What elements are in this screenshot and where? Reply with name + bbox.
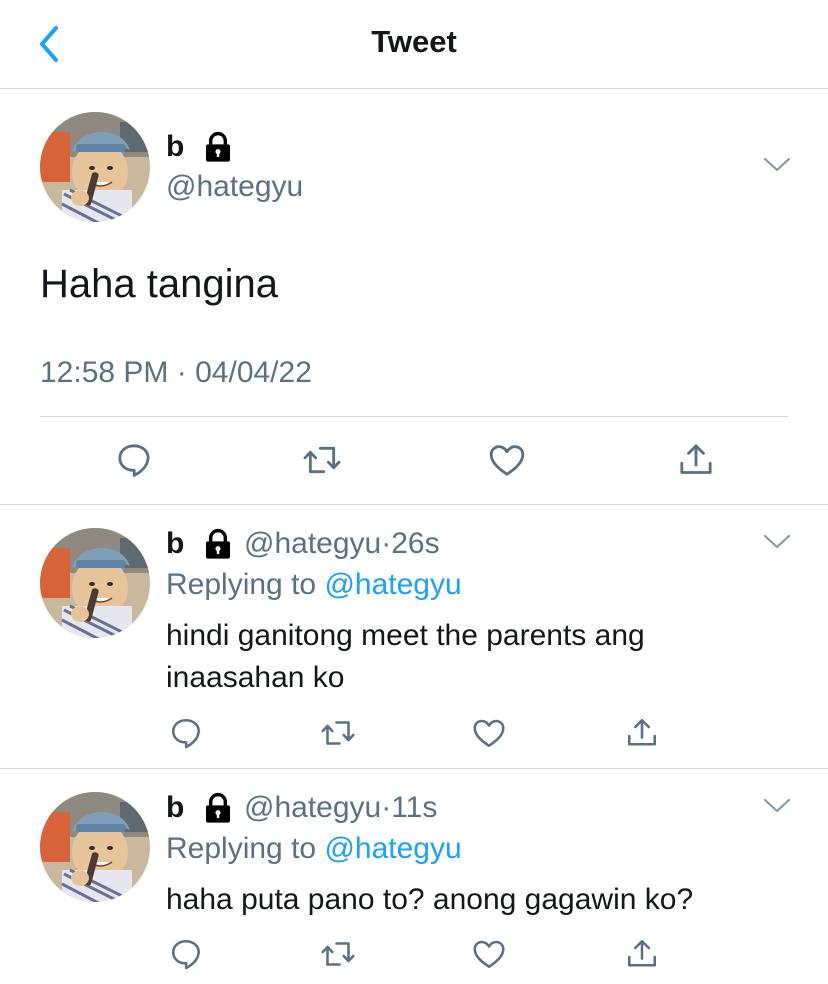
author-name[interactable]: b: [166, 527, 184, 561]
share-icon[interactable]: [624, 936, 660, 972]
chevron-down-icon[interactable]: [762, 532, 792, 552]
tweet-text: haha puta pano to? anong gagawin ko?: [166, 883, 694, 916]
share-icon[interactable]: [624, 715, 660, 751]
chevron-down-icon[interactable]: [762, 155, 792, 175]
tweet-age: 26s: [391, 527, 440, 560]
tweet-timestamp: 12:58 PM · 04/04/22: [40, 356, 312, 390]
retweet-icon[interactable]: [318, 936, 358, 972]
mention-link[interactable]: @hategyu: [324, 568, 461, 601]
author-handle[interactable]: @hategyu: [166, 170, 303, 204]
mention-link[interactable]: @hategyu: [324, 832, 461, 865]
tweet-text: hindi ganitong meet the parents ang inaa…: [166, 619, 645, 694]
author-handle[interactable]: @hategyu: [244, 527, 381, 560]
author-name[interactable]: b: [166, 791, 184, 825]
replying-to-label: Replying to: [166, 568, 325, 601]
author-handle[interactable]: @hategyu: [244, 791, 381, 824]
reply-icon[interactable]: [168, 715, 204, 751]
lock-icon: [202, 792, 234, 824]
retweet-icon[interactable]: [318, 715, 358, 751]
chevron-down-icon[interactable]: [762, 796, 792, 816]
avatar[interactable]: [40, 528, 150, 638]
reply-meta: @hategyu·11s: [244, 791, 437, 825]
replying-to-label: Replying to: [166, 832, 325, 865]
author-name[interactable]: b: [166, 130, 184, 164]
tweet-date: 04/04/22: [195, 356, 312, 389]
tweet-time: 12:58 PM: [40, 356, 169, 389]
replying-to: Replying to @hategyu: [166, 832, 462, 866]
reply-meta: @hategyu·26s: [244, 527, 440, 561]
like-icon[interactable]: [486, 440, 528, 480]
meta-separator: ·: [381, 527, 392, 560]
reply-icon[interactable]: [168, 936, 204, 972]
like-icon[interactable]: [470, 715, 508, 751]
lock-icon: [202, 528, 234, 560]
meta-separator: ·: [176, 356, 187, 389]
tweet-age: 11s: [391, 791, 438, 824]
tweet-text: Haha tangina: [40, 262, 278, 306]
replying-to: Replying to @hategyu: [166, 568, 462, 602]
lock-icon: [202, 131, 234, 163]
share-icon[interactable]: [676, 440, 716, 480]
reply-icon[interactable]: [114, 440, 154, 480]
retweet-icon[interactable]: [300, 440, 344, 480]
avatar[interactable]: [40, 112, 150, 222]
like-icon[interactable]: [470, 936, 508, 972]
page-title: Tweet: [371, 24, 457, 59]
divider: [40, 416, 788, 417]
meta-separator: ·: [381, 791, 392, 824]
avatar[interactable]: [40, 792, 150, 902]
